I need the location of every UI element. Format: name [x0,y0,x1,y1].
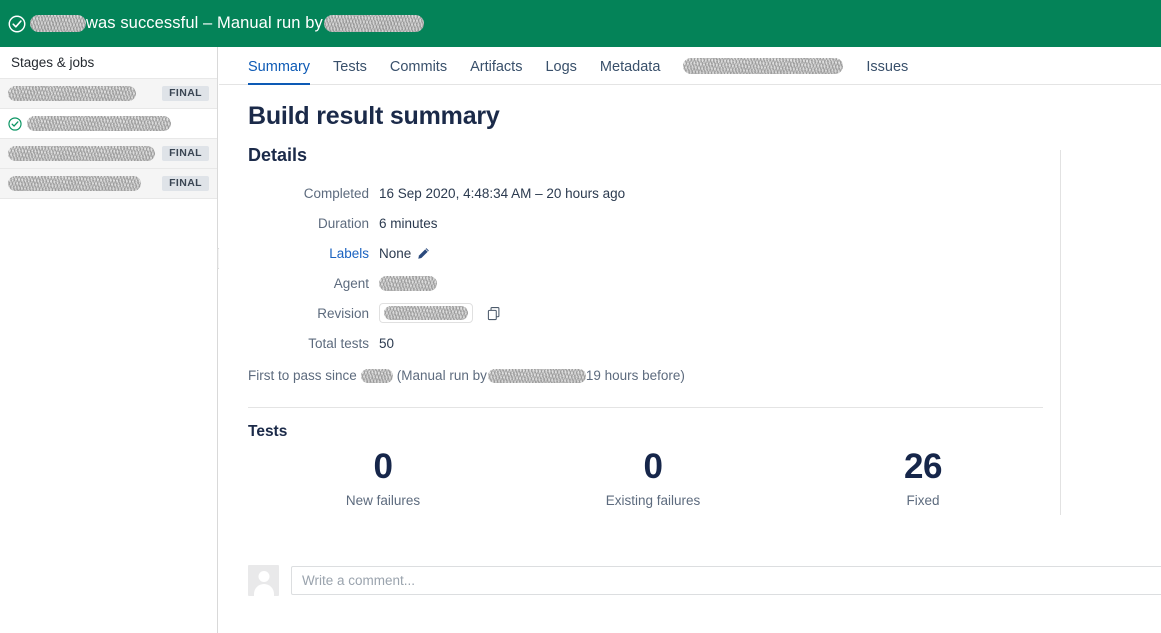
stat-value: 0 [248,449,518,486]
tab-tests[interactable]: Tests [333,59,367,84]
detail-row-duration: Duration 6 minutes [219,208,1161,238]
redacted-stage-label [8,86,136,101]
detail-row-agent: Agent [219,268,1161,298]
redacted-user-name [324,15,424,32]
final-badge: FINAL [162,146,209,162]
redacted-build-number [361,369,393,383]
detail-row-revision: Revision [219,298,1161,328]
redacted-revision-hash [384,306,468,320]
copy-icon[interactable] [487,306,501,321]
stages-jobs-sidebar: Stages & jobs FINAL FINAL FINAL [0,47,218,633]
stat-value: 26 [788,449,1058,486]
tests-heading: Tests [248,423,287,441]
redacted-agent-name [379,276,437,291]
detail-row-completed: Completed 16 Sep 2020, 4:48:34 AM – 20 h… [219,178,1161,208]
details-list: Completed 16 Sep 2020, 4:48:34 AM – 20 h… [219,178,1161,358]
details-heading: Details [248,145,1161,166]
tab-logs[interactable]: Logs [545,59,576,84]
stat-new-failures: 0 New failures [248,449,518,508]
redacted-tab-label [683,58,843,74]
detail-value-total-tests: 50 [379,336,394,351]
detail-label-revision: Revision [219,306,379,321]
header-title: was successful – Manual run by [30,14,424,33]
tab-redacted[interactable] [683,58,843,84]
first-to-pass-prefix: First to pass since [248,368,357,383]
first-to-pass-middle: (Manual run by [397,368,487,383]
first-to-pass-since: First to pass since (Manual run by 19 ho… [248,368,1161,383]
section-divider [248,407,1043,408]
comment-input[interactable] [291,566,1161,595]
sidebar-item-stage-3[interactable]: FINAL [0,139,217,169]
detail-value-labels: None [379,246,430,261]
stat-label: Existing failures [518,493,788,508]
sidebar-title: Stages & jobs [0,47,217,79]
tab-artifacts[interactable]: Artifacts [470,59,522,84]
pencil-edit-icon[interactable] [417,247,430,260]
circle-check-icon [8,117,22,131]
sidebar-item-stage-4[interactable]: FINAL [0,169,217,199]
user-avatar-icon [248,565,279,596]
avatar-head [258,571,269,582]
detail-value-completed: 16 Sep 2020, 4:48:34 AM – 20 hours ago [379,186,625,201]
stat-value: 0 [518,449,788,486]
detail-label-total-tests: Total tests [219,336,379,351]
main-content: Summary Tests Commits Artifacts Logs Met… [219,47,1161,633]
redacted-stage-label [8,176,141,191]
detail-label-agent: Agent [219,276,379,291]
sidebar-item-stage-1[interactable]: FINAL [0,79,217,109]
detail-label-completed: Completed [219,186,379,201]
final-badge: FINAL [162,86,209,102]
detail-value-agent [379,276,437,291]
tab-summary[interactable]: Summary [248,59,310,84]
detail-value-revision [379,303,501,323]
circle-check-icon [8,15,26,33]
tab-bar: Summary Tests Commits Artifacts Logs Met… [219,47,1161,85]
first-to-pass-suffix: 19 hours before) [586,368,685,383]
page-title: Build result summary [248,102,1161,131]
stat-label: Fixed [788,493,1058,508]
detail-label-labels[interactable]: Labels [219,246,379,261]
comment-area [248,565,1161,596]
test-stats: 0 New failures 0 Existing failures 26 Fi… [248,449,1058,508]
detail-label-duration: Duration [219,216,379,231]
right-column-divider [1060,150,1061,515]
redacted-stage-label [8,146,155,161]
stat-label: New failures [248,493,518,508]
revision-pill[interactable] [379,303,473,323]
redacted-user-name [488,369,586,383]
header-title-text: was successful – Manual run by [86,14,323,33]
detail-row-labels: Labels None [219,238,1161,268]
redacted-plan-name [30,15,86,32]
avatar-body [254,584,274,596]
redacted-stage-label [27,116,171,131]
sidebar-item-stage-2[interactable] [0,109,217,139]
stat-fixed: 26 Fixed [788,449,1058,508]
tab-commits[interactable]: Commits [390,59,447,84]
tab-metadata[interactable]: Metadata [600,59,660,84]
detail-row-total-tests: Total tests 50 [219,328,1161,358]
stat-existing-failures: 0 Existing failures [518,449,788,508]
build-status-header: was successful – Manual run by [0,0,1161,47]
labels-value-text: None [379,246,411,261]
detail-value-duration: 6 minutes [379,216,438,231]
tab-issues[interactable]: Issues [866,59,908,84]
final-badge: FINAL [162,176,209,192]
